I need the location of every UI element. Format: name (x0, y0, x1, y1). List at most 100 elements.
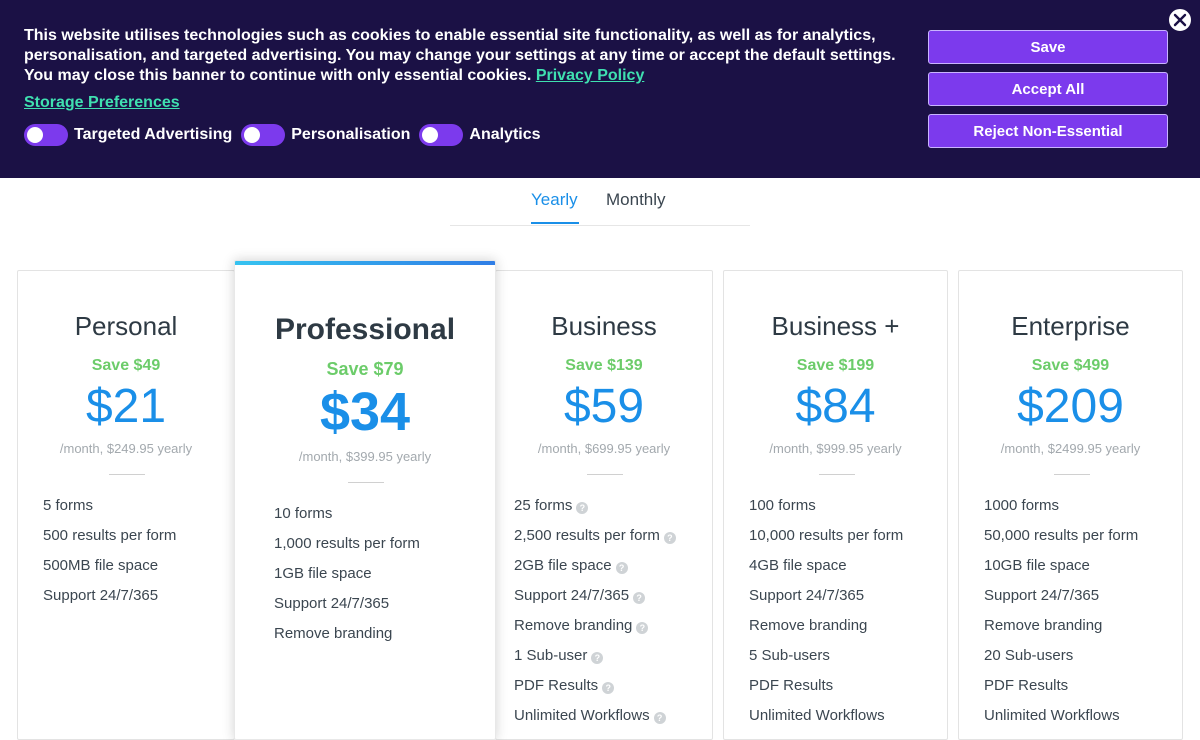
feature-text: Unlimited Workflows (514, 707, 650, 724)
feature-text: 1 Sub-user (514, 647, 588, 664)
feature-text: 5 Sub-users (749, 647, 830, 664)
featured-accent-bar (235, 261, 495, 265)
analytics-label: Analytics (469, 126, 541, 143)
plan-card-personal[interactable]: Personal Save $49 $21/month, $249.95 yearl… (17, 270, 235, 740)
question-icon[interactable]: ? (636, 622, 649, 634)
feature-item: PDF Results (984, 676, 1138, 706)
plan-divider (348, 482, 384, 483)
reject-non-essential-button[interactable]: Reject Non-Essential (928, 114, 1168, 148)
feature-text: Support 24/7/365 (984, 587, 1100, 604)
feature-item: 2,500 results per form? (514, 526, 676, 556)
feature-text: PDF Results (749, 677, 834, 694)
feature-item: 5 Sub-users (749, 646, 903, 676)
question-icon[interactable]: ? (591, 652, 604, 664)
feature-list: 5 forms 500 results per form 500MB file sp… (43, 496, 176, 616)
toggle-knob (27, 127, 43, 143)
feature-text: 1000 forms (984, 497, 1060, 514)
plan-savings: Save $199 (796, 357, 875, 374)
feature-item: 500MB file space (43, 556, 176, 586)
plan-name: Professional (274, 313, 456, 346)
question-icon[interactable]: ? (653, 712, 666, 724)
plan-divider (1054, 474, 1090, 475)
cookie-message: This website utilises technologies such … (24, 27, 896, 84)
feature-text: 500MB file space (43, 557, 159, 574)
feature-text: 1,000 results per form (274, 535, 420, 552)
plan-price: $34 (319, 382, 411, 442)
plan-savings: Save $139 (565, 357, 643, 374)
question-icon[interactable]: ? (602, 682, 615, 694)
tab-monthly[interactable]: Monthly (606, 190, 666, 210)
targeted-advertising-label: Targeted Advertising (74, 126, 233, 143)
feature-item: Support 24/7/365 (274, 594, 420, 624)
plan-card-enterprise[interactable]: Enterprise Save $499 $209/month, $2499.95 … (958, 270, 1183, 740)
plan-billing-note: /month, $2499.95 yearly (1000, 441, 1141, 456)
tab-yearly[interactable]: Yearly (531, 190, 578, 210)
personalisation-label: Personalisation (291, 126, 411, 143)
feature-text: Remove branding (749, 617, 868, 634)
feature-item: Support 24/7/365 (749, 586, 903, 616)
feature-text: Support 24/7/365 (749, 587, 865, 604)
question-icon[interactable]: ? (633, 592, 646, 604)
personalisation-toggle[interactable] (241, 124, 286, 146)
feature-text: Support 24/7/365 (43, 587, 159, 604)
save-button[interactable]: Save (928, 30, 1168, 64)
feature-item: PDF Results (749, 676, 903, 706)
feature-text: Support 24/7/365 (274, 595, 390, 612)
accept-all-button[interactable]: Accept All (928, 72, 1168, 106)
feature-item: PDF Results? (514, 676, 676, 706)
plan-card-businessplus[interactable]: Business + Save $199 $84/month, $999.95 ye… (723, 270, 948, 740)
feature-text: 100 forms (749, 497, 816, 514)
analytics-toggle[interactable] (419, 124, 464, 146)
plan-savings: Save $49 (91, 357, 161, 374)
feature-item: Support 24/7/365 (984, 586, 1138, 616)
feature-list: 25 forms? 2,500 results per form? 2GB file… (514, 496, 676, 736)
plan-card-professional[interactable]: Professional Save $79 $34/month, $399.95 y… (234, 260, 496, 740)
question-icon[interactable]: ? (663, 532, 676, 544)
feature-text: 50,000 results per form (984, 527, 1139, 544)
targeted-advertising-toggle[interactable] (24, 124, 68, 146)
cookie-banner: This website utilises technologies such … (0, 0, 1200, 178)
feature-item: 4GB file space (749, 556, 903, 586)
plan-savings: Save $499 (1031, 357, 1110, 374)
storage-preferences-link[interactable]: Storage Preferences (24, 93, 180, 113)
feature-text: Remove branding (984, 617, 1103, 634)
feature-item: 25 forms? (514, 496, 676, 526)
feature-text: 25 forms (514, 497, 573, 514)
feature-item: 10 forms (274, 504, 420, 534)
feature-item: 1000 forms (984, 496, 1138, 526)
plan-divider (109, 474, 145, 475)
toggle-knob (244, 127, 261, 143)
feature-text: 20 Sub-users (984, 647, 1074, 664)
active-tab-indicator (531, 222, 579, 224)
close-icon (1173, 13, 1187, 27)
feature-list: 10 forms 1,000 results per form 1GB file s… (274, 504, 420, 654)
feature-text: PDF Results (514, 677, 599, 694)
feature-text: 10,000 results per form (749, 527, 904, 544)
feature-text: 2GB file space (514, 557, 612, 574)
feature-item: Remove branding (984, 616, 1138, 646)
feature-text: Support 24/7/365 (514, 587, 630, 604)
feature-list: 1000 forms 50,000 results per form 10GB fi… (984, 496, 1138, 736)
feature-item: Unlimited Workflows? (514, 706, 676, 736)
plan-billing-note: /month, $999.95 yearly (769, 441, 902, 456)
privacy-policy-link[interactable]: Privacy Policy (536, 67, 645, 84)
plan-price: $21 (85, 380, 167, 433)
plan-billing-note: /month, $249.95 yearly (59, 441, 193, 456)
feature-text: Remove branding (514, 617, 633, 634)
plan-name: Personal (74, 311, 178, 341)
feature-item: Remove branding? (514, 616, 676, 646)
feature-item: Unlimited Workflows (984, 706, 1138, 736)
feature-text: Unlimited Workflows (749, 707, 885, 724)
feature-text: 1GB file space (274, 565, 372, 582)
question-icon[interactable]: ? (615, 562, 628, 574)
plan-name: Business + (771, 311, 900, 341)
feature-item: Support 24/7/365 (43, 586, 176, 616)
plan-card-business[interactable]: Business Save $139 $59/month, $699.95 year… (495, 270, 713, 740)
feature-text: Unlimited Workflows (984, 707, 1120, 724)
feature-text: 10GB file space (984, 557, 1090, 574)
close-banner-button[interactable] (1167, 7, 1193, 33)
feature-text: 10 forms (274, 505, 333, 522)
question-icon[interactable]: ? (576, 502, 589, 514)
plan-price: $84 (795, 380, 876, 433)
feature-text: Remove branding (274, 625, 393, 642)
